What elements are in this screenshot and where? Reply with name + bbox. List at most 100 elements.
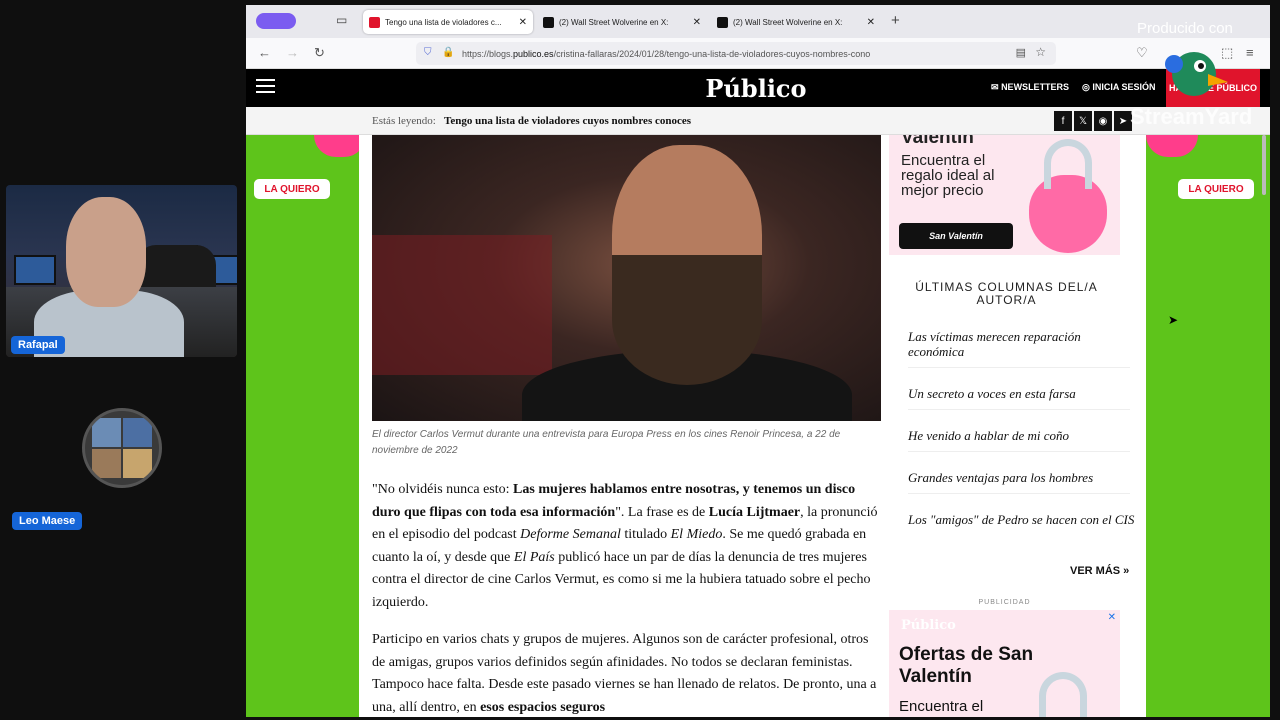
reading-bar: Estás leyendo: Tengo una lista de violad… [246,107,1270,135]
close-tab-icon[interactable]: ✕ [867,17,875,28]
bold-text: Lucía Lijtmaer [708,504,801,520]
ad-decoration [1146,135,1198,157]
tab-list-icon[interactable]: ▭ [336,13,347,27]
column-link-4[interactable]: Grandes ventajas para los hombres [908,470,1138,485]
url-domain: publico.es [513,48,554,59]
whatsapp-share-icon[interactable]: ◉ [1094,111,1112,131]
publico-icon [369,16,380,28]
photo-beard [612,255,762,385]
url-prefix: https://blogs. [462,48,514,59]
article-container: El director Carlos Vermut durante una en… [359,135,1146,717]
newsletters-link[interactable]: ✉ NEWSLETTERS [991,82,1069,93]
web-page: Público ✉ NEWSLETTERS ◎ INICIA SESIÓN HA… [246,69,1270,717]
login-label: INICIA SESIÓN [1092,82,1156,92]
italic-text: El País [513,549,555,565]
columns-heading: ÚLTIMAS COLUMNAS DEL/A AUTOR/A [915,280,1098,307]
divider [908,409,1130,410]
close-tab-icon[interactable]: ✕ [693,17,701,28]
photo-caption: El director Carlos Vermut durante una en… [372,429,841,456]
divider [908,367,1130,368]
participant-name-2: Leo Maese [12,512,83,530]
pocket-icon[interactable]: ♡ [1136,45,1148,61]
ad-button-label: San Valentín [929,231,983,241]
participant-avatar-leo [82,408,162,488]
duck-logo-icon [1165,52,1228,96]
column-link-5[interactable]: Los "amigos" de Pedro se hacen con el CI… [908,512,1138,527]
article-paragraph-2: Participo en varios chats y grupos de mu… [372,629,881,717]
mouse-cursor-icon: ➤ [1168,313,1179,327]
new-tab-icon[interactable]: + [891,12,900,29]
ad-brand: Público [901,618,956,633]
shield-icon[interactable]: ⛉ [424,47,432,58]
browser-window: ▭ Tengo una lista de violadores c... ✕ (… [246,5,1270,717]
text: titulado [620,527,671,542]
participant-name-1: Rafapal [11,336,65,354]
site-header: Público ✉ NEWSLETTERS ◎ INICIA SESIÓN HA… [246,69,1270,107]
url-bar[interactable]: ⛉ 🔒 https://blogs. publico.es/cristina-fa… [416,42,1056,65]
produced-by-label: Producido con [1137,20,1233,37]
x-share-icon[interactable]: 𝕏 [1074,111,1092,131]
reader-view-icon[interactable]: ▤ [1016,46,1026,59]
ad-button[interactable]: San Valentín [899,223,1013,249]
scrollbar[interactable] [1262,135,1266,195]
article-paragraph-1: "No olvidéis nunca esto: Las mujeres hab… [372,479,881,614]
text: Participo en varios chats y grupos de mu… [372,632,877,715]
tab-title: (2) Wall Street Wolverine en X: [733,17,843,27]
tab-title: Tengo una lista de violadores c... [385,17,502,27]
x-icon [717,16,728,28]
facebook-share-icon[interactable]: f [1054,111,1072,131]
site-logo[interactable]: Público [686,74,826,103]
reading-title: Tengo una lista de violadores cuyos nomb… [444,115,692,127]
ad-san-valentin-top[interactable]: Valentín Encuentra el regalo ideal al me… [889,135,1120,255]
avatar-tile [92,449,121,478]
close-tab-icon[interactable]: ✕ [519,17,527,28]
login-link[interactable]: ◎ INICIA SESIÓN [1082,82,1156,93]
see-more-link[interactable]: VER MÁS » [1070,565,1129,577]
la-quiero-button-left[interactable]: LA QUIERO [254,179,330,199]
tab-publico[interactable]: Tengo una lista de violadores c... ✕ [363,10,533,34]
back-icon[interactable]: ← [258,45,271,60]
ad-close-icon[interactable]: ✕ [1108,612,1116,623]
x-icon [543,16,554,28]
divider [908,451,1130,452]
reading-label: Estás leyendo: [372,115,436,127]
column-link-2[interactable]: Un secreto a voces en esta farsa [908,386,1138,401]
bookmark-star-icon[interactable]: ☆ [1035,45,1046,59]
newsletters-label: NEWSLETTERS [1001,82,1070,92]
tab-x-2[interactable]: (2) Wall Street Wolverine en X: ✕ [711,10,881,34]
menu-icon[interactable]: ≡ [1246,45,1254,60]
forward-icon[interactable]: → [286,45,299,60]
hamburger-menu-icon[interactable] [256,79,275,93]
la-quiero-button-right[interactable]: LA QUIERO [1178,179,1254,199]
ad-label: PUBLICIDAD [978,599,1031,606]
avatar-tile [92,418,121,447]
reload-icon[interactable]: ↻ [314,45,325,61]
bold-text: esos espacios seguros [480,699,606,715]
article-photo [372,135,881,421]
url-path: /cristina-fallaras/2024/01/28/tengo-una-… [553,48,871,59]
ad-title: Valentín [901,135,974,148]
background-monitor [14,255,56,285]
avatar-tile [123,449,152,478]
italic-text: El Miedo [670,527,723,542]
tab-x-1[interactable]: (2) Wall Street Wolverine en X: ✕ [537,10,707,34]
column-link-3[interactable]: He venido a hablar de mi coño [908,428,1138,443]
lock-icon[interactable]: 🔒 [442,47,454,58]
avatar-tile [123,418,152,447]
sidebar-toggle-icon[interactable] [256,13,296,29]
user-icon: ◎ [1082,82,1090,92]
streamyard-logo: StreamYard [1130,104,1253,129]
lock-shackle [1039,672,1087,717]
lock-shackle [1044,139,1092,189]
ad-text: Encuentra el [899,698,984,715]
text: ". La frase es de [615,504,709,520]
text: "No olvidéis nunca esto: [372,482,514,497]
ad-san-valentin-bottom[interactable]: Público ✕ Ofertas de San Valentín Encuen… [889,610,1120,717]
photo-background [372,235,552,375]
column-link-1[interactable]: Las víctimas merecen reparación económic… [908,329,1138,359]
person-head [66,197,146,307]
italic-text: Deforme Semanal [520,527,621,542]
divider [908,493,1130,494]
ad-text: Encuentra el regalo ideal al mejor preci… [901,152,995,199]
participant-video-rafapal [6,185,237,357]
